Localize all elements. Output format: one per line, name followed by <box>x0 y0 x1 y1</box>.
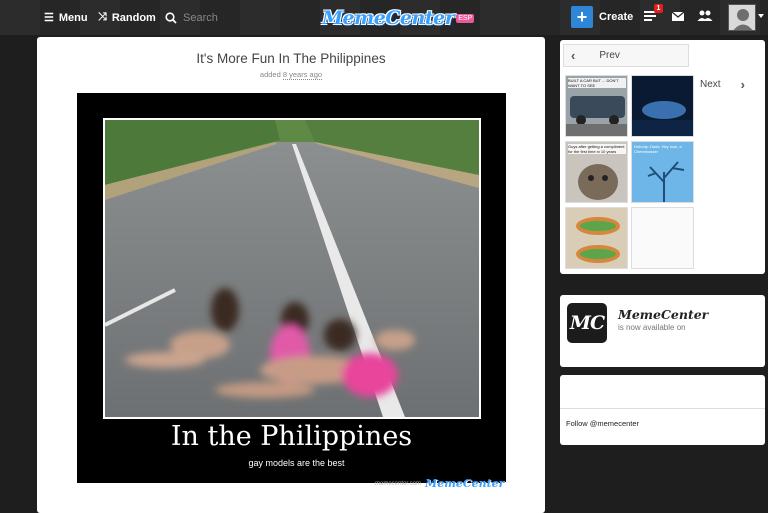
prev-thumb-1[interactable]: BUILT A CAR BUT ... DON'T WANT TO SEE <box>565 75 628 137</box>
meme-watermark: memecenter.com MemeCenter <box>375 477 504 490</box>
chevron-down-icon[interactable] <box>758 14 764 18</box>
thumb-caption: Nobody: Dads: Hey look, a Chemmosser <box>634 144 682 154</box>
thumb-caption: BUILT A CAR BUT ... DON'T WANT TO SEE <box>568 78 626 88</box>
search-icon <box>165 11 177 24</box>
next-button[interactable]: Next › <box>700 74 762 94</box>
messages-button[interactable] <box>671 9 687 25</box>
prev-label: Prev <box>599 50 620 61</box>
create-button[interactable]: + Create <box>571 6 633 28</box>
random-button[interactable]: ⤨ Random <box>98 0 156 35</box>
logo-badge: ESP <box>456 13 475 23</box>
post-card: It's More Fun In The Philippines added 8… <box>37 37 545 513</box>
post-meta: added 8 years ago <box>37 70 545 80</box>
hamburger-icon: ☰ <box>44 12 54 24</box>
prev-thumb-6[interactable] <box>631 207 694 269</box>
added-prefix: added <box>259 70 281 79</box>
plus-icon: + <box>571 6 593 28</box>
promo-subtitle: is now available on <box>618 323 686 332</box>
next-label: Next <box>700 78 721 90</box>
meme-image[interactable]: In the Philippines gay models are the be… <box>77 93 506 490</box>
chevron-left-icon: ‹ <box>571 48 576 63</box>
post-title: It's More Fun In The Philippines <box>196 51 386 66</box>
user-avatar[interactable] <box>728 4 756 31</box>
notification-badge: 1 <box>654 4 663 13</box>
meme-caption: In the Philippines <box>170 421 413 452</box>
twitter-follow-panel: Follow @memecenter <box>560 375 765 445</box>
prev-thumb-3[interactable]: Guys after getting a compliment for the … <box>565 141 628 203</box>
users-icon <box>697 10 713 21</box>
shuffle-icon: ⤨ <box>98 11 107 23</box>
prev-thumb-4[interactable]: Nobody: Dads: Hey look, a Chemmosser <box>631 141 694 203</box>
divider <box>560 408 765 409</box>
avatar-icon <box>729 5 755 30</box>
prev-thumb-2[interactable] <box>631 75 694 137</box>
prev-thumb-5[interactable] <box>565 207 628 269</box>
watermark-logo: MemeCenter <box>425 477 505 490</box>
logo-text: MemeCenter <box>322 7 455 29</box>
promo-title: MemeCenter <box>618 307 709 322</box>
post-timestamp[interactable]: 8 years ago <box>282 70 323 80</box>
meme-subcaption: gay models are the best <box>248 458 345 468</box>
memecenter-app-icon: MC <box>567 303 607 343</box>
menu-label: Menu <box>58 11 88 24</box>
app-promo-panel[interactable]: MC MemeCenter is now available on <box>560 295 765 367</box>
chevron-right-icon: › <box>740 76 745 92</box>
prev-button[interactable]: ‹ Prev <box>563 44 689 67</box>
search-input[interactable] <box>183 11 283 24</box>
meme-photo <box>102 117 482 420</box>
envelope-icon <box>671 11 685 21</box>
watermark-site: memecenter.com <box>375 480 422 487</box>
search-box[interactable] <box>165 8 283 27</box>
site-logo[interactable]: MemeCenter ESP <box>322 4 475 32</box>
friends-button[interactable] <box>697 9 713 25</box>
follow-link[interactable]: Follow @memecenter <box>566 419 639 428</box>
menu-button[interactable]: ☰ Menu <box>44 0 88 35</box>
prev-next-panel: ‹ Prev Next › BUILT A CAR BUT ... DON'T … <box>560 40 765 274</box>
create-label: Create <box>599 11 634 23</box>
thumb-caption: Guys after getting a compliment for the … <box>568 144 626 154</box>
random-label: Random <box>111 11 156 24</box>
